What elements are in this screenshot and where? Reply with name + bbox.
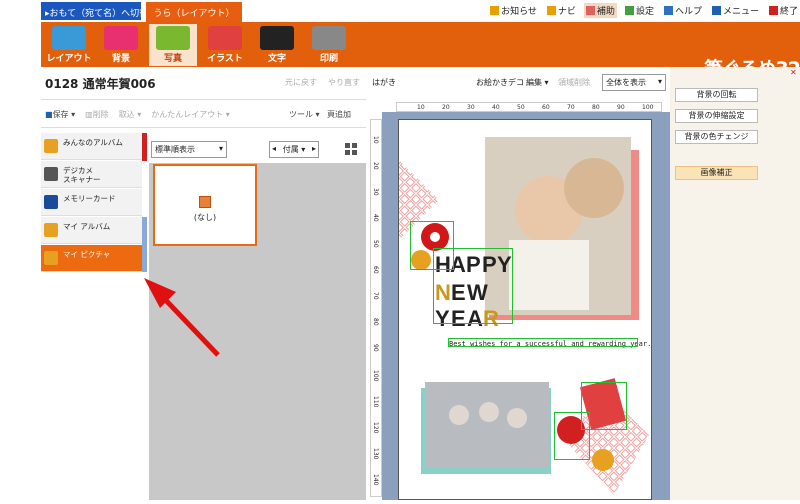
canvas-pane: はがき お絵かきデコ 編集 ▾ 領域削除 全体を表示 ▾ 10 20 30 40 50 60… xyxy=(366,67,670,500)
close-icon[interactable]: ✕ xyxy=(790,69,798,77)
area-delete-button[interactable]: 領域削除 xyxy=(558,77,590,88)
selection-box xyxy=(433,248,513,324)
selection-box xyxy=(448,338,638,347)
ruler-tick-label: 40 xyxy=(372,214,379,222)
ruler-tick-label: 70 xyxy=(567,104,575,111)
deco-button[interactable]: お絵かきデコ xyxy=(476,77,524,88)
ruler-tick-label: 30 xyxy=(372,188,379,196)
postcard[interactable]: H A P P Y N E W Y E A R Best wishes for … xyxy=(398,119,652,500)
ruler-tick-label: 100 xyxy=(642,104,654,111)
ruler-tick-label: 50 xyxy=(372,240,379,248)
ruler-tick-label: 30 xyxy=(467,104,475,111)
ruler-tick-label: 130 xyxy=(372,448,379,460)
image-correction-button[interactable]: 画像補正 xyxy=(675,166,758,180)
ruler-tick-label: 40 xyxy=(492,104,500,111)
ruler-tick-label: 70 xyxy=(372,292,379,300)
ruler-tick-label: 60 xyxy=(372,266,379,274)
chevron-down-icon: ▾ xyxy=(657,77,662,86)
ruler-tick-label: 110 xyxy=(372,396,379,408)
ruler-tick-label: 10 xyxy=(417,104,425,111)
ruler-tick-label: 60 xyxy=(542,104,550,111)
ruler-tick-label: 90 xyxy=(372,344,379,352)
right-panel: ✕ 背景の回転 背景の伸縮設定 背景の色チェンジ 画像補正 xyxy=(670,67,800,500)
ruler-horizontal: 10 20 30 40 50 60 70 80 90 100 xyxy=(396,102,662,112)
paper-type-label: はがき xyxy=(372,78,396,87)
rotate-background-button[interactable]: 背景の回転 xyxy=(675,88,758,102)
canvas-toolbar: はがき お絵かきデコ 編集 ▾ 領域削除 全体を表示 ▾ xyxy=(366,67,670,97)
ruler-tick-label: 80 xyxy=(372,318,379,326)
ruler-tick-label: 90 xyxy=(617,104,625,111)
ruler-tick-label: 20 xyxy=(372,162,379,170)
selection-box xyxy=(581,382,627,430)
ruler-vertical: 10 20 30 40 50 60 70 80 90 100 110 120 130 140 xyxy=(370,119,382,497)
change-background-color-button[interactable]: 背景の色チェンジ xyxy=(675,130,758,144)
ruler-tick-label: 20 xyxy=(442,104,450,111)
scale-background-button[interactable]: 背景の伸縮設定 xyxy=(675,109,758,123)
edit-menu[interactable]: 編集 ▾ xyxy=(526,77,549,88)
ruler-tick-label: 80 xyxy=(592,104,600,111)
ruler-tick-label: 140 xyxy=(372,474,379,486)
ruler-tick-label: 120 xyxy=(372,422,379,434)
ruler-tick-label: 10 xyxy=(372,136,379,144)
zoom-select[interactable]: 全体を表示 ▾ xyxy=(602,74,666,91)
ruler-tick-label: 100 xyxy=(372,370,379,382)
ruler-tick-label: 50 xyxy=(517,104,525,111)
